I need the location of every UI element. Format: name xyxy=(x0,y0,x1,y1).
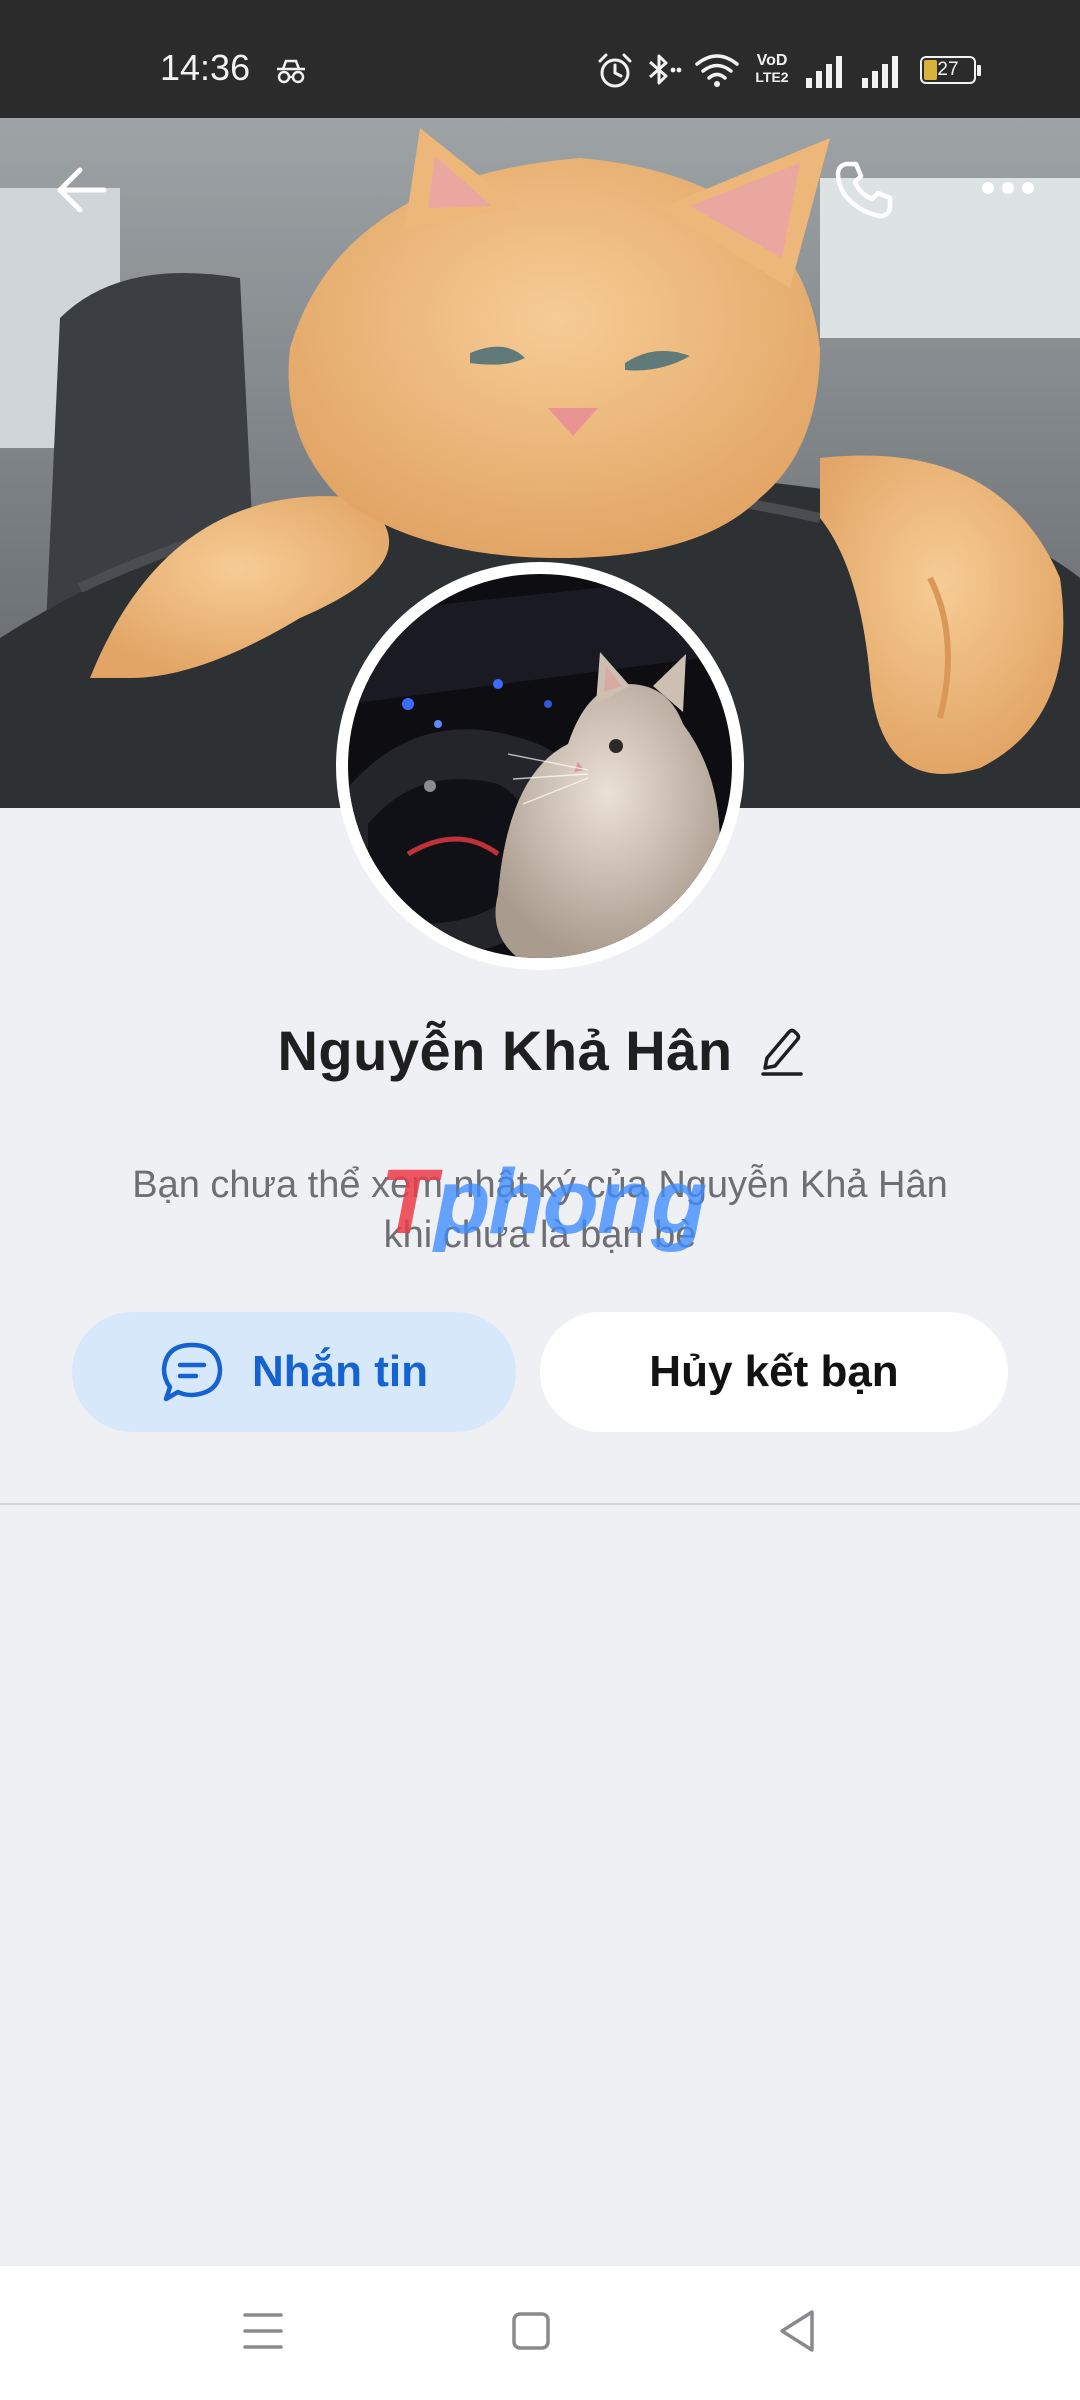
profile-name-row: Nguyễn Khả Hân xyxy=(0,1010,1080,1090)
battery-icon: 27 xyxy=(920,56,982,86)
signal-icon xyxy=(806,56,842,88)
message-button-label: Nhắn tin xyxy=(252,1347,428,1396)
menu-icon[interactable] xyxy=(242,2306,284,2356)
message-button[interactable]: Nhắn tin xyxy=(72,1312,516,1432)
volte-top-label: VoD xyxy=(756,52,788,69)
bluetooth-icon xyxy=(649,54,682,85)
signal-icon xyxy=(862,56,898,88)
status-time: 14:36 xyxy=(160,47,251,88)
status-bar: 14:36 VoD LTE2 27 xyxy=(0,0,1080,118)
profile-screen: 14:36 VoD LTE2 27 Nguyễn Khả Hân Bạn chư… xyxy=(0,0,1080,2400)
chat-bubble-icon xyxy=(161,1342,223,1402)
volte-icon: VoD LTE2 xyxy=(752,52,792,88)
phone-icon[interactable] xyxy=(834,158,896,220)
watermark-logo: Tphong xyxy=(380,1151,707,1253)
unfriend-button-label: Hủy kết bạn xyxy=(649,1347,899,1396)
section-divider xyxy=(0,1503,1080,1505)
more-options-icon[interactable] xyxy=(980,176,1036,200)
pencil-icon[interactable] xyxy=(759,1024,803,1076)
avatar[interactable] xyxy=(348,574,732,958)
alarm-icon xyxy=(598,53,632,88)
back-icon[interactable] xyxy=(776,2306,818,2356)
profile-name: Nguyễn Khả Hân xyxy=(277,1018,733,1082)
wifi-icon xyxy=(695,54,739,87)
system-nav-bar xyxy=(0,2266,1080,2400)
back-arrow-icon[interactable] xyxy=(52,160,112,220)
home-icon[interactable] xyxy=(510,2306,552,2356)
volte-bottom-label: LTE2 xyxy=(755,69,789,85)
incognito-icon xyxy=(277,59,305,84)
unfriend-button[interactable]: Hủy kết bạn xyxy=(540,1312,1008,1432)
battery-level: 27 xyxy=(937,59,959,80)
